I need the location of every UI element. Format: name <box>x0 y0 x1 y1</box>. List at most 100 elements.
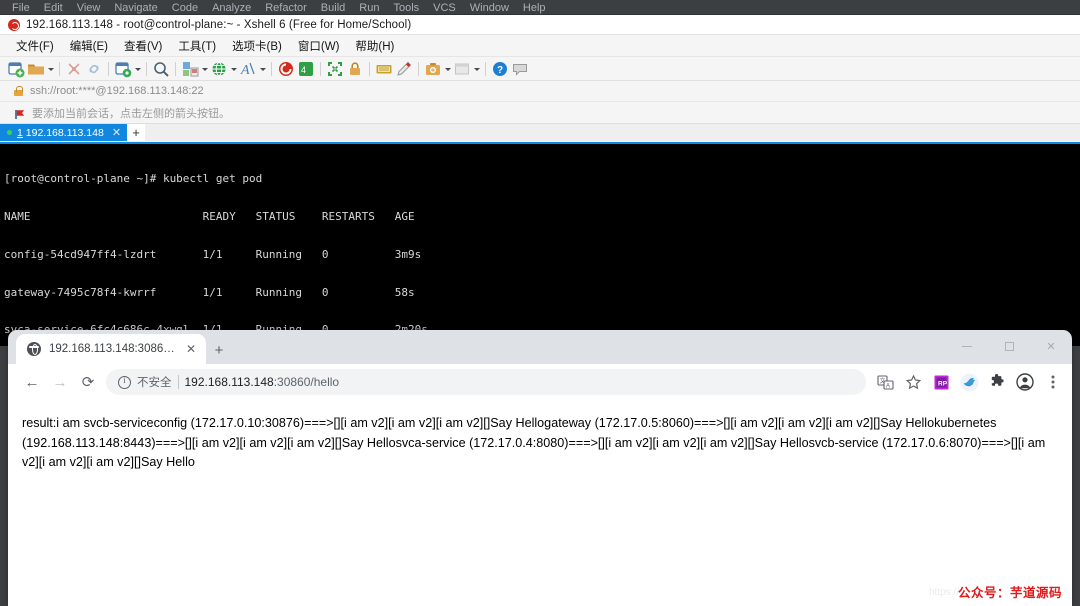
back-button[interactable]: ← <box>18 368 46 396</box>
help-icon[interactable]: ? <box>490 59 510 79</box>
svg-text:4: 4 <box>301 65 306 75</box>
translate-icon[interactable]: 文A <box>872 369 898 395</box>
ide-menu-vcs[interactable]: VCS <box>426 3 463 14</box>
chrome-new-tab-button[interactable]: + <box>206 336 232 364</box>
url-path: :30860/hello <box>273 375 340 389</box>
maximize-icon <box>1004 341 1014 351</box>
ide-menu-bar: File Edit View Navigate Code Analyze Ref… <box>0 0 1080 14</box>
chrome-toolbar-icons: 文A RP <box>872 369 1066 395</box>
toolbar-separator <box>271 61 272 76</box>
lock-icon[interactable] <box>345 59 365 79</box>
xshell-menu-view[interactable]: 查看(V) <box>116 38 170 54</box>
three-dot-menu-icon[interactable] <box>1040 369 1066 395</box>
xshell-new-tab-button[interactable]: + <box>127 124 146 141</box>
xshell-session-address-bar[interactable]: ssh://root:****@192.168.113.148:22 <box>0 81 1080 102</box>
chrome-toolbar: ← → ⟳ 不安全 192.168.113.148:30860/hello 文A… <box>8 364 1072 400</box>
page-content: result:i am svcb-serviceconfig (172.17.0… <box>8 400 1072 606</box>
xshell-tab-1[interactable]: 1 192.168.113.148 ✕ <box>0 124 128 141</box>
keyboard-icon[interactable] <box>374 59 394 79</box>
xftp-icon[interactable]: 4 <box>296 59 316 79</box>
ide-menu-analyze[interactable]: Analyze <box>205 3 258 14</box>
ide-menu-build[interactable]: Build <box>314 3 352 14</box>
forward-button[interactable]: → <box>46 368 74 396</box>
ide-menu-tools[interactable]: Tools <box>386 3 426 14</box>
ide-menu-code[interactable]: Code <box>165 3 205 14</box>
bookmark-star-icon[interactable] <box>900 369 926 395</box>
font-caret-icon[interactable] <box>258 59 267 79</box>
comment-icon[interactable] <box>510 59 530 79</box>
puzzle-extensions-icon[interactable] <box>984 369 1010 395</box>
bird-extension-icon[interactable] <box>956 369 982 395</box>
close-button[interactable]: ✕ <box>1030 330 1072 362</box>
terminal-output[interactable]: [root@control-plane ~]# kubectl get pod … <box>0 142 1080 346</box>
reconnect-icon <box>84 59 104 79</box>
globe-icon[interactable] <box>209 59 229 79</box>
xshell-tab-label: 1 192.168.113.148 <box>17 127 104 139</box>
globe-caret-icon[interactable] <box>229 59 238 79</box>
xshell-tab-host: 192.168.113.148 <box>25 126 104 139</box>
xshell-menu-window[interactable]: 窗口(W) <box>290 38 348 54</box>
reload-button[interactable]: ⟳ <box>74 368 102 396</box>
xshell-menu-help[interactable]: 帮助(H) <box>347 38 402 54</box>
new-session-icon[interactable] <box>6 59 26 79</box>
terminal-line: config-54cd947ff4-lzdrt 1/1 Running 0 3m… <box>4 247 422 261</box>
highlight-icon[interactable] <box>394 59 414 79</box>
file-transfer-caret-icon[interactable] <box>200 59 209 79</box>
fullscreen-icon[interactable] <box>325 59 345 79</box>
svg-text:A: A <box>240 63 250 78</box>
toolbar-separator <box>146 61 147 76</box>
xshell-session-address: ssh://root:****@192.168.113.148:22 <box>30 85 204 97</box>
close-icon[interactable]: ✕ <box>184 341 198 357</box>
xshell-logo-icon <box>8 18 20 31</box>
session-properties-caret-icon[interactable] <box>133 59 142 79</box>
xshell-toolbar: A 4 ? <box>0 57 1080 81</box>
omnibox-divider <box>177 375 179 389</box>
file-transfer-icon[interactable] <box>180 59 200 79</box>
xshell-menu-tabs[interactable]: 选项卡(B) <box>224 38 290 54</box>
layout-caret-icon[interactable] <box>472 59 481 79</box>
address-bar[interactable]: 不安全 192.168.113.148:30860/hello <box>106 369 866 395</box>
xshell-window: 192.168.113.148 - root@control-plane:~ -… <box>0 14 1080 346</box>
xshell-menu-tools[interactable]: 工具(T) <box>170 38 224 54</box>
toolbar-separator <box>369 61 370 76</box>
session-properties-icon[interactable] <box>113 59 133 79</box>
xshell-quick-icon[interactable] <box>276 59 296 79</box>
ide-menu-window[interactable]: Window <box>463 3 516 14</box>
close-icon[interactable]: ✕ <box>109 126 121 139</box>
connected-status-dot-icon <box>7 130 12 135</box>
security-status-label: 不安全 <box>137 377 172 389</box>
capture-caret-icon[interactable] <box>443 59 452 79</box>
page-body-text: result:i am svcb-serviceconfig (172.17.0… <box>22 416 1046 469</box>
chrome-tab-hello[interactable]: 192.168.113.148:30860/hello ✕ <box>16 334 206 364</box>
ide-menu-navigate[interactable]: Navigate <box>107 3 164 14</box>
xshell-tab-index: 1 <box>17 126 23 139</box>
capture-icon[interactable] <box>423 59 443 79</box>
ide-menu-file[interactable]: File <box>5 3 37 14</box>
minimize-button[interactable] <box>946 330 988 362</box>
toolbar-separator <box>108 61 109 76</box>
ide-menu-help[interactable]: Help <box>516 3 553 14</box>
ide-menu-edit[interactable]: Edit <box>37 3 70 14</box>
toolbar-separator <box>485 61 486 76</box>
lock-icon <box>14 86 23 96</box>
rp-extension-icon[interactable]: RP <box>928 369 954 395</box>
address-bar-url: 192.168.113.148:30860/hello <box>185 375 340 389</box>
ide-menu-run[interactable]: Run <box>352 3 386 14</box>
ide-menu-view[interactable]: View <box>70 3 108 14</box>
xshell-menu-bar: 文件(F) 编辑(E) 查看(V) 工具(T) 选项卡(B) 窗口(W) 帮助(… <box>0 35 1080 57</box>
chrome-browser-window: 192.168.113.148:30860/hello ✕ + ✕ ← → ⟳ … <box>8 330 1072 606</box>
open-folder-icon[interactable] <box>26 59 46 79</box>
xshell-menu-edit[interactable]: 编辑(E) <box>62 38 116 54</box>
screen-root: File Edit View Navigate Code Analyze Ref… <box>0 0 1080 606</box>
globe-favicon-icon <box>27 342 41 356</box>
ide-menu-refactor[interactable]: Refactor <box>258 3 314 14</box>
minimize-icon <box>962 345 972 347</box>
find-icon[interactable] <box>151 59 171 79</box>
info-circle-icon[interactable] <box>118 375 131 389</box>
open-folder-caret-icon[interactable] <box>46 59 55 79</box>
xshell-menu-file[interactable]: 文件(F) <box>8 38 62 54</box>
toolbar-separator <box>175 61 176 76</box>
font-icon[interactable]: A <box>238 59 258 79</box>
maximize-button[interactable] <box>988 330 1030 362</box>
profile-avatar-icon[interactable] <box>1012 369 1038 395</box>
